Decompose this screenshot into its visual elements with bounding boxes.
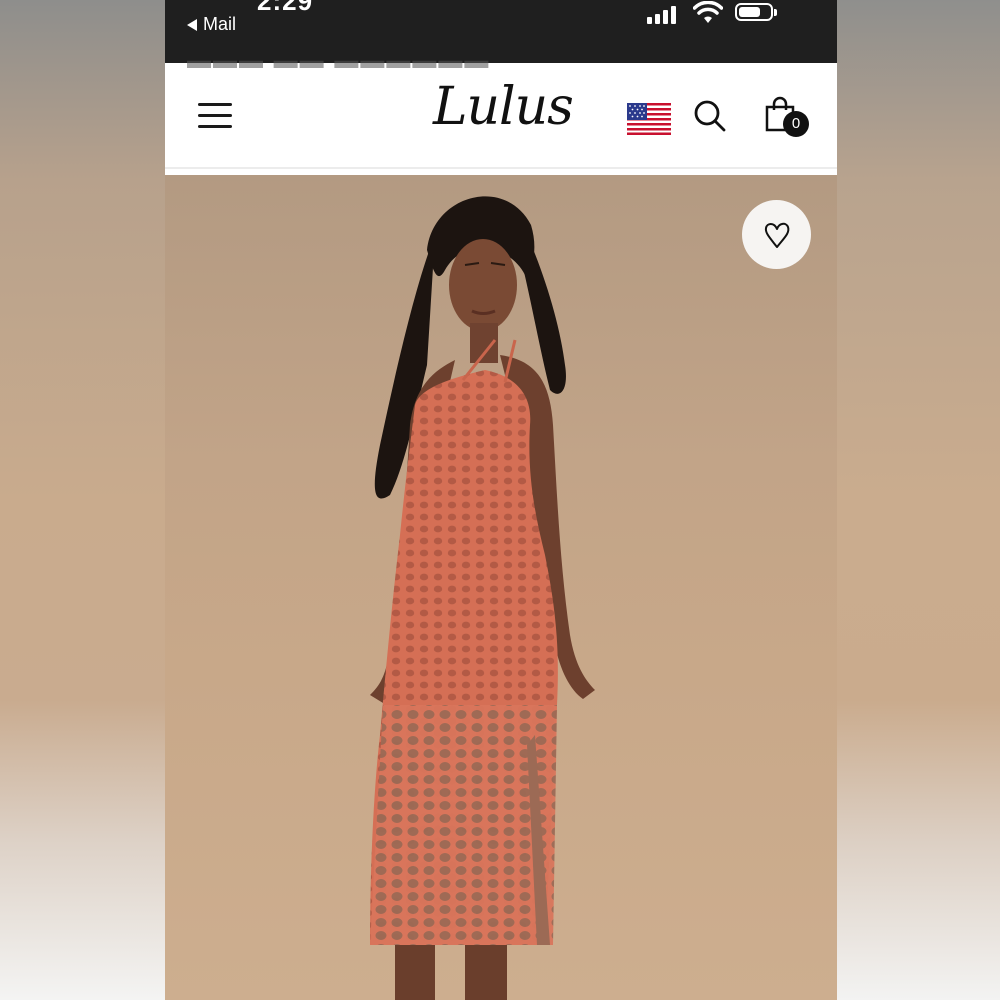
cart-count-badge: 0	[783, 111, 809, 137]
phone-screen: 2:29 Mail ▬▬▬ ▬▬ ▬▬▬▬▬▬ Lulus 0	[165, 0, 837, 1000]
heart-icon	[764, 222, 789, 248]
screenshot-page: 2:29 Mail ▬▬▬ ▬▬ ▬▬▬▬▬▬ Lulus 0	[0, 0, 1000, 1000]
back-to-mail-link[interactable]: Mail	[187, 14, 236, 35]
search-icon[interactable]	[693, 99, 727, 133]
model-in-dress-illustration	[370, 196, 595, 1000]
blurred-side-left	[0, 0, 165, 1000]
back-arrow-icon	[187, 18, 197, 31]
status-time: 2:29	[257, 0, 314, 16]
product-image[interactable]	[165, 175, 837, 1000]
site-header: ▬▬▬ ▬▬ ▬▬▬▬▬▬ Lulus 0	[165, 47, 837, 169]
partial-page-title: ▬▬▬ ▬▬ ▬▬▬▬▬▬	[187, 47, 491, 74]
back-link-label: Mail	[203, 14, 237, 34]
menu-button[interactable]	[198, 103, 232, 129]
us-flag-icon[interactable]	[627, 103, 671, 135]
battery-icon	[735, 3, 777, 21]
blurred-side-right	[837, 0, 1000, 1000]
wifi-icon	[693, 1, 723, 23]
cellular-signal-icon	[647, 6, 676, 24]
lulus-logo[interactable]: Lulus	[433, 77, 574, 137]
battery-level-fill	[739, 7, 760, 17]
wishlist-button[interactable]	[742, 200, 811, 269]
